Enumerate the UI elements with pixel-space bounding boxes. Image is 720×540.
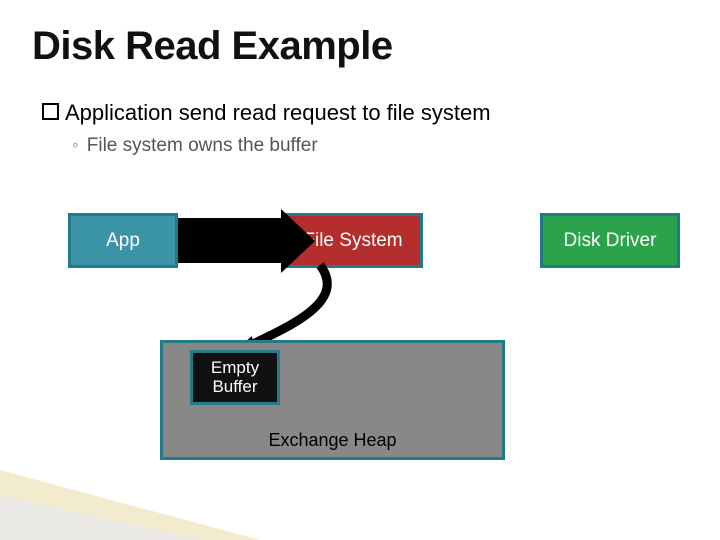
slide: Disk Read Example Application send read … — [0, 0, 720, 540]
bullet-rest: send read request to file system — [173, 100, 491, 125]
exchange-heap-label: Exchange Heap — [160, 430, 505, 451]
diamond-bullet-icon: ◦ — [72, 135, 79, 157]
bullet-level-2: ◦ File system owns the buffer — [72, 135, 318, 157]
arrow-app-to-fs-shaft — [178, 218, 283, 263]
disk-driver-box: Disk Driver — [540, 213, 680, 268]
bullet2-text: File system owns the buffer — [87, 135, 318, 156]
arrow-app-to-fs-head — [281, 209, 315, 273]
decorative-wedge-2 — [0, 495, 200, 540]
empty-buffer-box: Empty Buffer — [190, 350, 280, 405]
square-bullet-icon — [42, 103, 59, 120]
empty-buffer-label: Empty Buffer — [193, 359, 277, 396]
app-box: App — [68, 213, 178, 268]
bullet-level-1: Application send read request to file sy… — [42, 100, 491, 126]
slide-title: Disk Read Example — [32, 24, 393, 69]
bullet-strong: Application — [65, 100, 173, 125]
